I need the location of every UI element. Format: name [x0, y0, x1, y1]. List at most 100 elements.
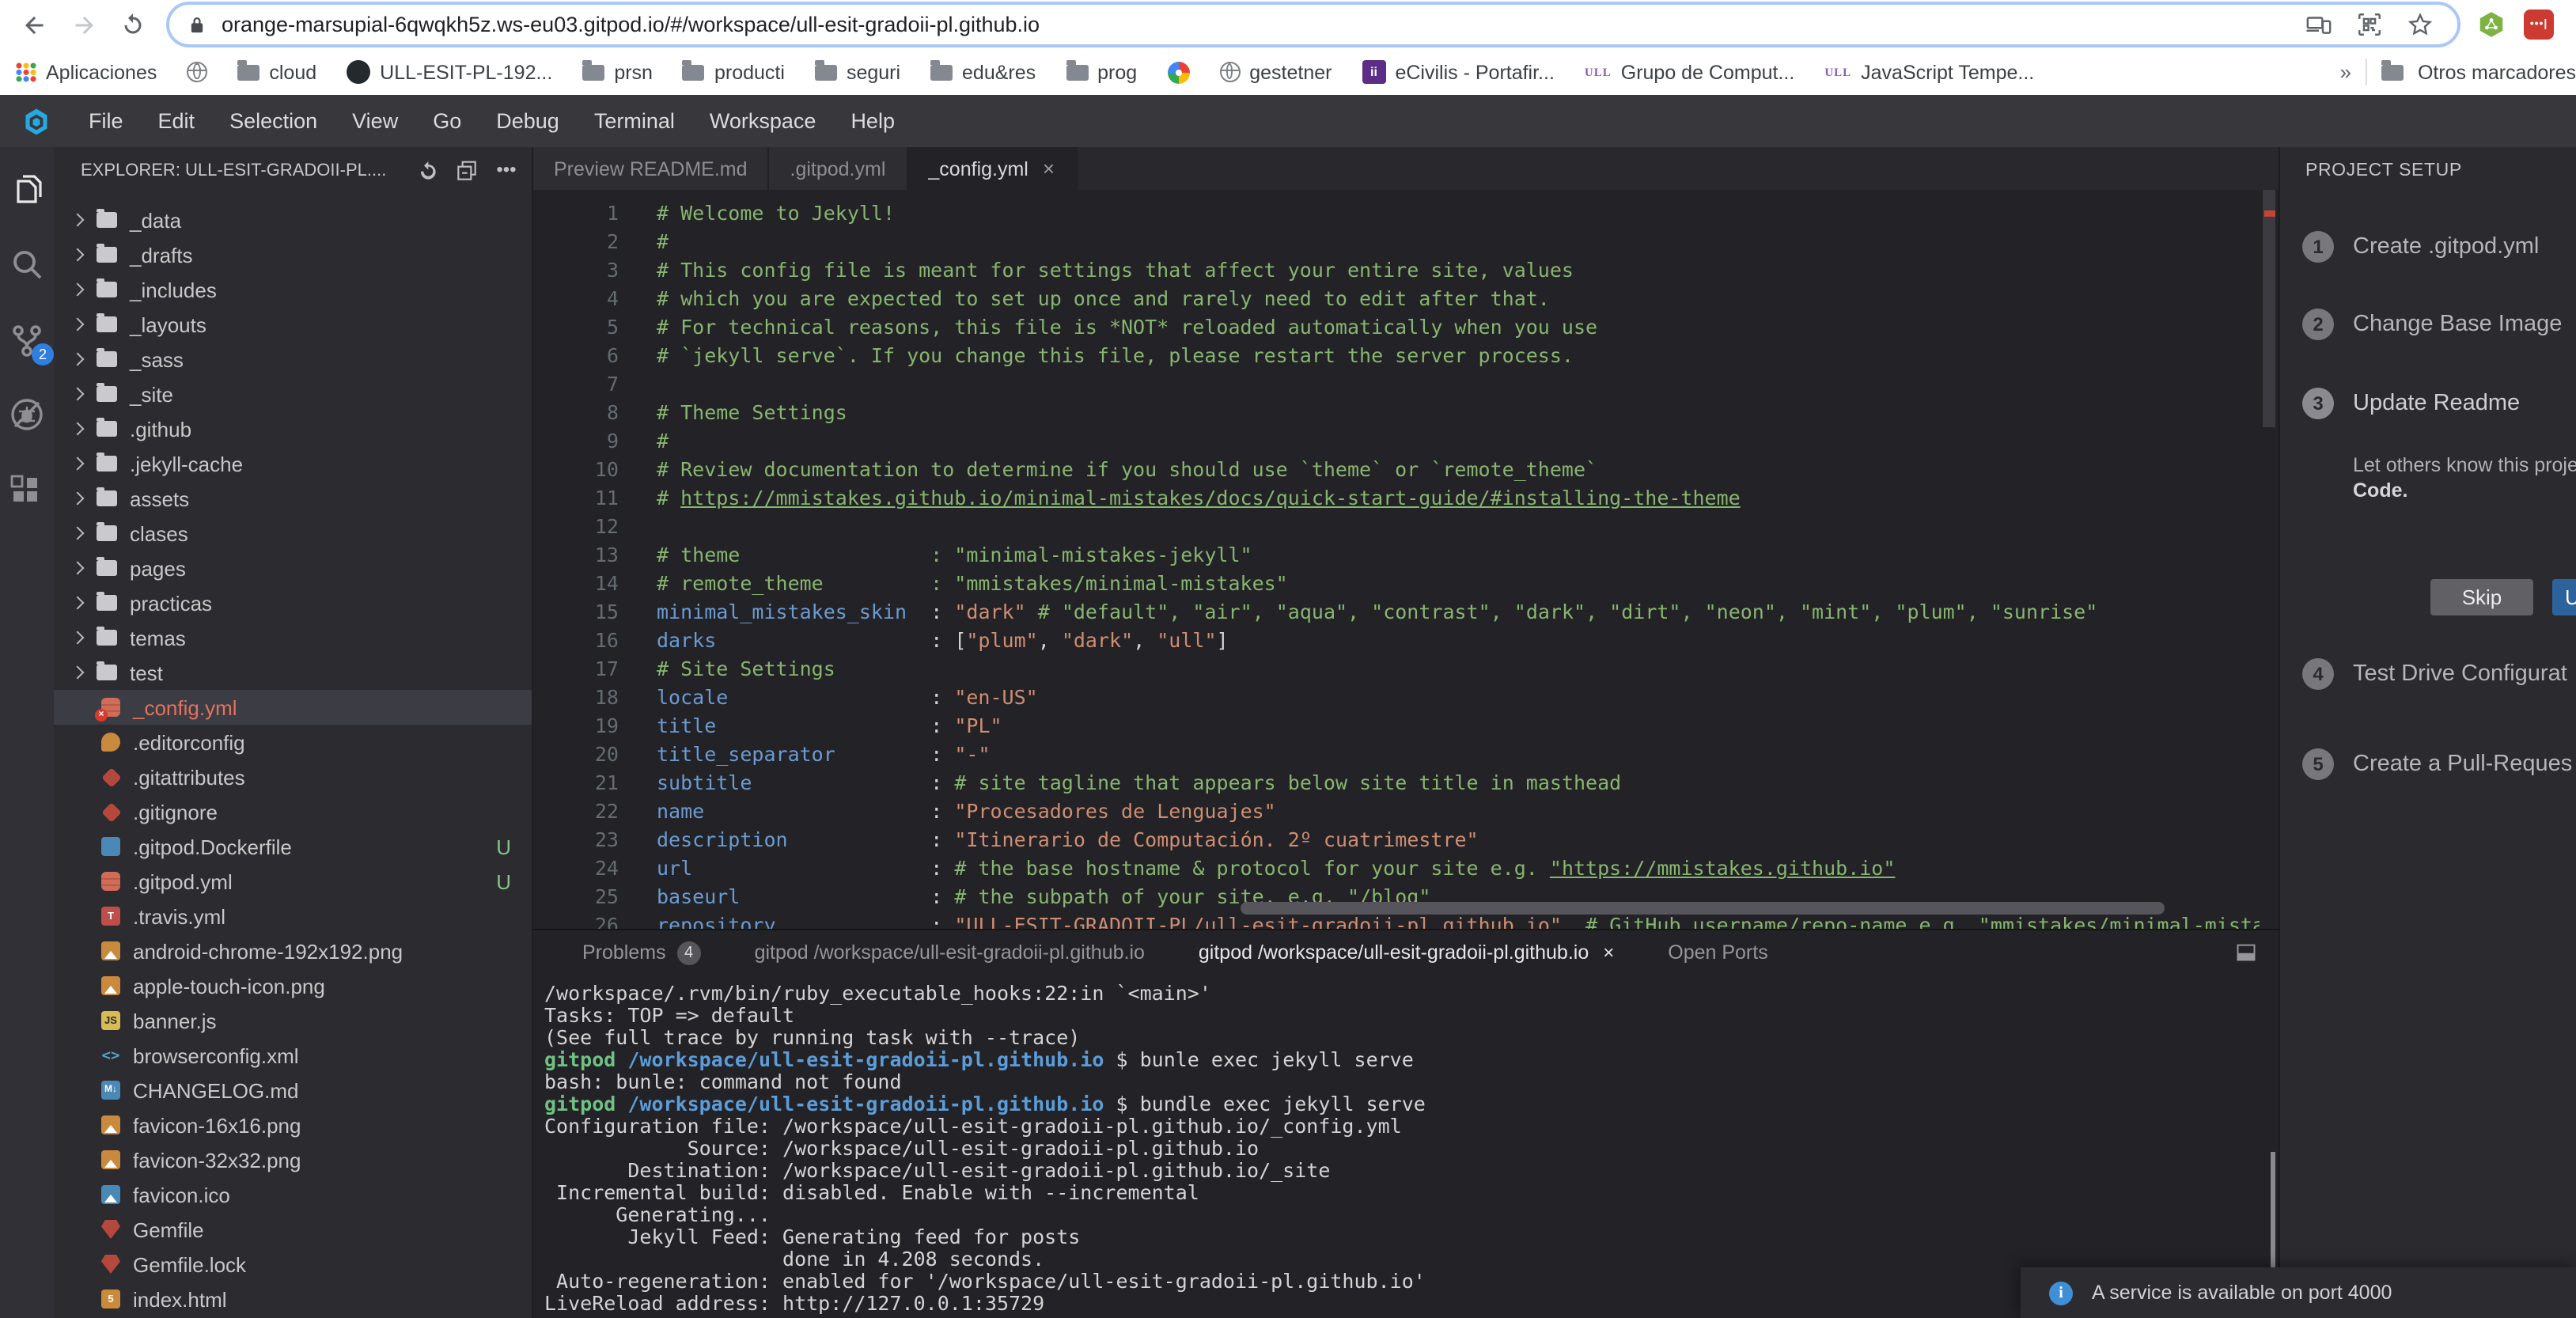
tree-item-site[interactable]: _site	[54, 377, 532, 411]
tree-item-editorconfig[interactable]: .editorconfig	[54, 725, 532, 759]
port-notification[interactable]: i A service is available on port 4000	[2021, 1267, 2576, 1318]
bookmark-prog[interactable]: prog	[1066, 60, 1137, 83]
bookmark-seguri[interactable]: seguri	[814, 60, 900, 83]
bookmark-item[interactable]	[1167, 61, 1190, 83]
tree-item-favicon-ico[interactable]: favicon.ico	[54, 1177, 532, 1212]
terminal-output[interactable]: /workspace/.rvm/bin/ruby_executable_hook…	[544, 975, 2247, 1318]
close-icon[interactable]: ×	[1603, 941, 1614, 964]
bookmarks-overflow-icon[interactable]: »	[2339, 60, 2351, 84]
tree-item-gitpod-yml[interactable]: .gitpod.yml U	[54, 864, 532, 899]
tree-item-gemfile[interactable]: Gemfile	[54, 1212, 532, 1247]
tree-item-drafts[interactable]: _drafts	[54, 237, 532, 272]
close-icon[interactable]: ×	[1043, 157, 1055, 180]
terminal-scrollbar-thumb[interactable]	[2271, 1152, 2275, 1267]
setup-step-3[interactable]: 3 Update Readme	[2302, 388, 2576, 419]
tree-item-config-yml[interactable]: _config.yml	[54, 690, 532, 725]
setup-step-2[interactable]: 2 Change Base Image	[2302, 309, 2576, 340]
tree-item-clases[interactable]: clases	[54, 516, 532, 551]
extensions-icon[interactable]	[8, 472, 46, 509]
forward-icon[interactable]	[70, 10, 98, 39]
horizontal-scrollbar[interactable]	[1241, 902, 2165, 915]
skip-button[interactable]: Skip	[2430, 579, 2533, 615]
reload-icon[interactable]	[119, 10, 147, 39]
menu-help[interactable]: Help	[833, 109, 912, 133]
tree-item-jekyll-cache[interactable]: .jekyll-cache	[54, 446, 532, 481]
debug-disabled-icon[interactable]	[8, 396, 46, 434]
panel-tab-open-ports[interactable]: Open Ports	[1641, 930, 1794, 975]
bookmark-aplicaciones[interactable]: Aplicaciones	[16, 61, 157, 83]
toggle-panel-icon[interactable]	[2234, 941, 2258, 964]
tree-item-test[interactable]: test	[54, 655, 532, 690]
bookmark-producti[interactable]: producti	[682, 60, 785, 83]
tree-item-gitignore[interactable]: .gitignore	[54, 794, 532, 829]
code-editor[interactable]: 1 # Welcome to Jekyll! 2 #3 # This config fi…	[533, 190, 2260, 929]
tree-item-android-chrome-192x192-png[interactable]: android-chrome-192x192.png	[54, 934, 532, 968]
tree-item-favicon-16x16-png[interactable]: favicon-16x16.png	[54, 1108, 532, 1142]
menu-edit[interactable]: Edit	[141, 109, 213, 133]
menu-file[interactable]: File	[71, 109, 141, 133]
send-to-devices-icon[interactable]	[2305, 11, 2332, 38]
bookmark-grupo-de-comput[interactable]: ULL Grupo de Comput...	[1585, 61, 1794, 83]
bookmark-gestetner[interactable]: gestetner	[1219, 61, 1332, 83]
extension-hexagon-icon[interactable]	[2476, 9, 2506, 40]
tree-item-practicas[interactable]: practicas	[54, 585, 532, 620]
panel-tab-problems[interactable]: Problems 4	[555, 930, 728, 975]
bookmark-edu-res[interactable]: edu&res	[930, 60, 1036, 83]
menu-view[interactable]: View	[335, 109, 415, 133]
lastpass-extension-icon[interactable]: •••|	[2524, 9, 2554, 40]
qr-code-icon[interactable]	[2356, 11, 2383, 38]
setup-step-4[interactable]: 4 Test Drive Configurat	[2302, 658, 2576, 690]
tree-item-browserconfig-xml[interactable]: <> browserconfig.xml	[54, 1038, 532, 1073]
explorer-icon[interactable]	[8, 171, 46, 209]
setup-step-1[interactable]: 1 Create .gitpod.yml	[2302, 231, 2576, 263]
tree-item-layouts[interactable]: _layouts	[54, 307, 532, 342]
setup-step-5[interactable]: 5 Create a Pull-Reques	[2302, 748, 2576, 780]
tree-item-banner-js[interactable]: JS banner.js	[54, 1003, 532, 1038]
tree-item-apple-touch-icon-png[interactable]: apple-touch-icon.png	[54, 968, 532, 1003]
tree-item-data[interactable]: _data	[54, 203, 532, 237]
editor-tab-gitpod-yml[interactable]: .gitpod.yml	[769, 147, 908, 190]
address-bar[interactable]: orange-marsupial-6qwqkh5z.ws-eu03.gitpod…	[166, 2, 2460, 47]
bookmark-star-icon[interactable]	[2407, 11, 2434, 38]
scrollbar-thumb[interactable]	[2263, 190, 2275, 427]
panel-tab-gitpod-workspace-ull-esit-gradoii-pl-github-io[interactable]: gitpod /workspace/ull-esit-gradoii-pl.gi…	[728, 930, 1172, 975]
editor-tab-preview-readme-md[interactable]: Preview README.md	[533, 147, 770, 190]
bookmark-item[interactable]	[187, 62, 208, 82]
tree-item-includes[interactable]: _includes	[54, 272, 532, 307]
other-bookmarks[interactable]: Otros marcadores	[2418, 61, 2576, 83]
tree-item-temas[interactable]: temas	[54, 620, 532, 655]
bookmark-javascript-tempe[interactable]: ULL JavaScript Tempe...	[1824, 61, 2034, 83]
search-icon[interactable]	[8, 245, 46, 283]
panel-tab-gitpod-workspace-ull-esit-gradoii-pl-github-io[interactable]: gitpod /workspace/ull-esit-gradoii-pl.gi…	[1172, 930, 1641, 975]
bookmark-ull-esit-pl-192[interactable]: ULL-ESIT-PL-192...	[347, 60, 552, 84]
more-actions-icon[interactable]: •••	[494, 158, 519, 184]
refresh-icon[interactable]	[415, 158, 440, 184]
menu-go[interactable]: Go	[415, 109, 479, 133]
tree-item-gitpod-dockerfile[interactable]: .gitpod.Dockerfile U	[54, 829, 532, 864]
tree-item-sass[interactable]: _sass	[54, 342, 532, 377]
editor-tab-config-yml[interactable]: _config.yml ×	[907, 147, 1078, 190]
bookmark-ecivilis-portafir[interactable]: ii eCivilis - Portafir...	[1362, 60, 1555, 84]
tree-item-gitattributes[interactable]: .gitattributes	[54, 759, 532, 794]
tree-item-favicon-32x32-png[interactable]: favicon-32x32.png	[54, 1142, 532, 1177]
tree-item-github[interactable]: .github	[54, 411, 532, 446]
tree-item-travis-yml[interactable]: T .travis.yml	[54, 899, 532, 934]
menu-debug[interactable]: Debug	[479, 109, 577, 133]
tree-item-changelog-md[interactable]: M↓ CHANGELOG.md	[54, 1073, 532, 1108]
tree-item-index-html[interactable]: 5 index.html	[54, 1282, 532, 1316]
menu-workspace[interactable]: Workspace	[692, 109, 834, 133]
tree-item-assets[interactable]: assets	[54, 481, 532, 516]
menu-selection[interactable]: Selection	[212, 109, 335, 133]
menu-terminal[interactable]: Terminal	[577, 109, 692, 133]
tree-item-gemfile-lock[interactable]: Gemfile.lock	[54, 1247, 532, 1282]
collapse-all-icon[interactable]	[454, 158, 479, 184]
source-control-icon[interactable]: 2	[8, 321, 54, 365]
update-button[interactable]: U	[2552, 579, 2576, 615]
bookmark-prsn[interactable]: prsn	[582, 60, 653, 83]
bookmark-cloud[interactable]: cloud	[237, 60, 316, 83]
back-icon[interactable]	[21, 10, 49, 39]
gitpod-logo-icon[interactable]	[22, 107, 51, 135]
url-text[interactable]: orange-marsupial-6qwqkh5z.ws-eu03.gitpod…	[222, 13, 2305, 36]
tree-item-pages[interactable]: pages	[54, 551, 532, 585]
vertical-scrollbar[interactable]	[2260, 190, 2279, 929]
